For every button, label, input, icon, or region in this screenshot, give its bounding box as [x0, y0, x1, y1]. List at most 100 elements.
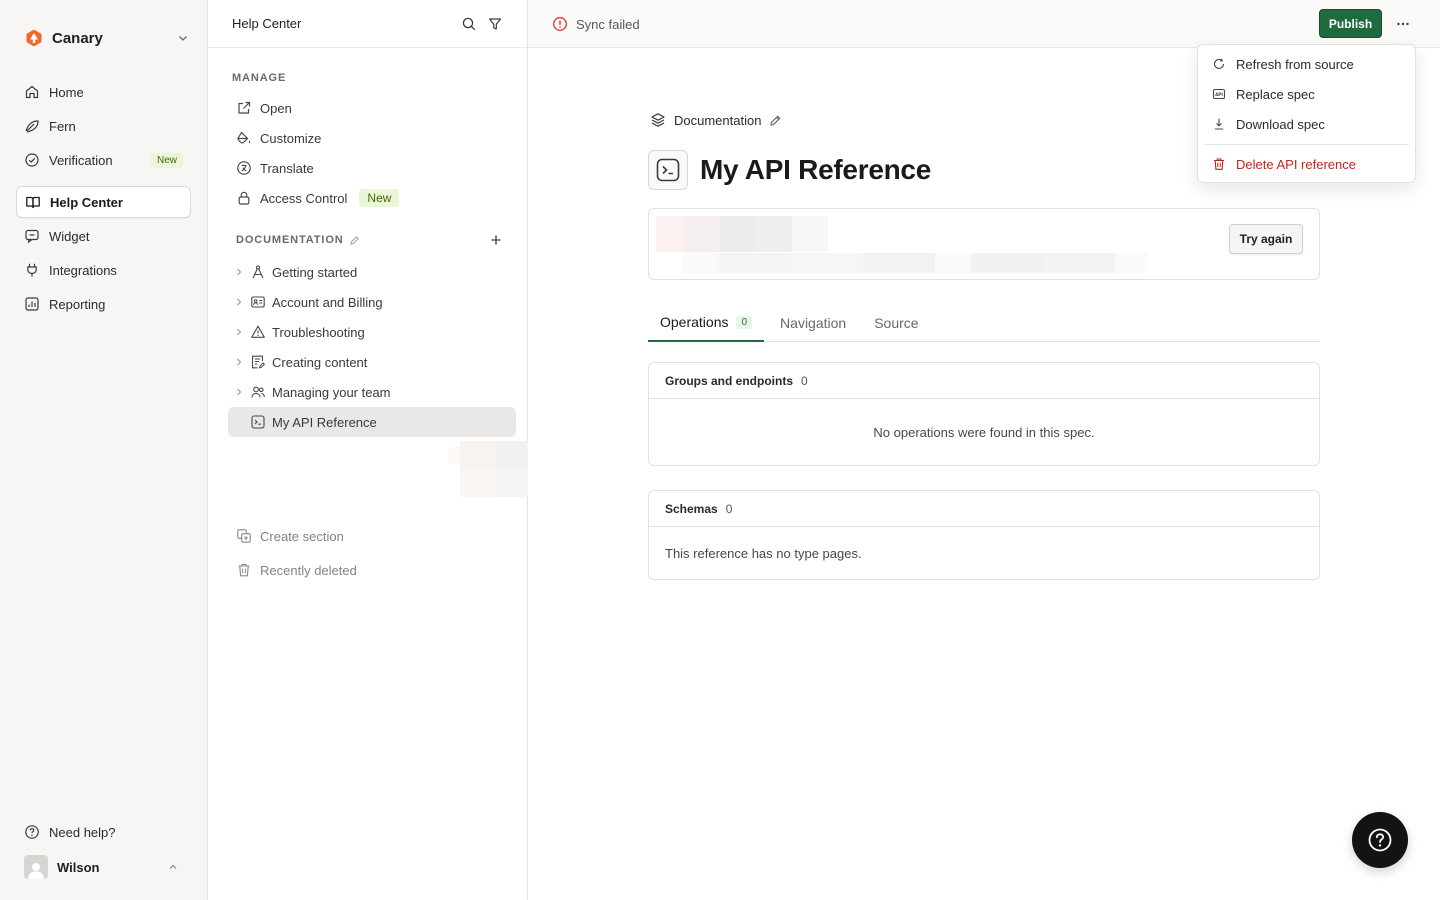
breadcrumb-documentation[interactable]: Documentation	[674, 113, 761, 128]
doc-item-getting-started[interactable]: Getting started	[228, 257, 516, 287]
chevron-right-icon[interactable]	[234, 327, 244, 337]
nav-item-widget[interactable]: Widget	[16, 220, 191, 252]
workspace-name: Canary	[52, 29, 103, 47]
error-message-placeholder	[656, 216, 828, 252]
manage-item-translate[interactable]: Translate	[228, 153, 508, 183]
manage-item-open[interactable]: Open	[228, 93, 508, 123]
tab-operations[interactable]: Operations 0	[648, 304, 765, 342]
lock-icon	[238, 191, 250, 205]
manage-item-customize[interactable]: Customize	[228, 123, 508, 153]
doc-item-troubleshooting[interactable]: Troubleshooting	[228, 317, 516, 347]
user-name: Wilson	[57, 859, 100, 875]
pencil-icon[interactable]	[769, 114, 782, 127]
more-options-menu: Refresh from source API Replace spec Dow…	[1197, 44, 1416, 183]
nav-item-reporting[interactable]: Reporting	[16, 288, 191, 320]
compass-drafting-icon	[252, 265, 264, 279]
paint-bucket-icon	[237, 131, 251, 144]
main-nav: Home Fern Verification New Help Center W…	[16, 76, 191, 322]
chevron-right-icon[interactable]	[234, 267, 244, 277]
card-header: Schemas 0	[649, 491, 1319, 527]
schemas-card: Schemas 0 This reference has no type pag…	[648, 490, 1320, 580]
tab-count-badge: 0	[736, 315, 753, 329]
chevron-right-icon[interactable]	[234, 297, 244, 307]
warning-triangle-icon	[251, 325, 265, 338]
doc-item-creating-content[interactable]: Creating content	[228, 347, 516, 377]
nav-item-verification[interactable]: Verification New	[16, 144, 191, 176]
panel-title: Help Center	[232, 16, 302, 31]
groups-endpoints-card: Groups and endpoints 0 No operations wer…	[648, 362, 1320, 466]
workspace-switcher[interactable]: Canary	[24, 26, 192, 50]
nav-label: Integrations	[49, 262, 117, 278]
create-section-label: Create section	[260, 528, 344, 544]
page-title: My API Reference	[700, 154, 932, 185]
tab-navigation[interactable]: Navigation	[768, 304, 858, 342]
need-help-link[interactable]: Need help?	[16, 816, 191, 848]
user-menu[interactable]: Wilson	[16, 848, 191, 886]
filter-icon[interactable]	[487, 16, 503, 32]
card-count: 0	[801, 373, 808, 388]
reference-tabs: Operations 0 Navigation Source	[648, 304, 1320, 342]
tab-source[interactable]: Source	[862, 304, 930, 342]
fern-icon	[25, 120, 39, 133]
documentation-tree: Getting started Account and Billing Trou…	[228, 257, 516, 437]
pencil-icon[interactable]	[349, 235, 360, 246]
layers-icon	[651, 113, 665, 127]
need-help-label: Need help?	[49, 824, 116, 840]
user-silhouette-icon	[28, 863, 44, 879]
card-header: Groups and endpoints 0	[649, 363, 1319, 399]
empty-state-message: This reference has no type pages.	[665, 545, 862, 561]
menu-item-label: Delete API reference	[1236, 156, 1356, 172]
doc-item-label: Troubleshooting	[272, 324, 365, 340]
chevron-right-icon[interactable]	[234, 387, 244, 397]
sync-status: Sync failed	[552, 16, 640, 32]
card-title: Schemas	[665, 501, 718, 516]
more-options-button[interactable]	[1392, 14, 1414, 34]
error-detail-placeholder	[683, 253, 1147, 273]
card-title: Groups and endpoints	[665, 373, 793, 388]
nav-item-help-center[interactable]: Help Center	[16, 186, 191, 218]
doc-item-managing-your-team[interactable]: Managing your team	[228, 377, 516, 407]
try-again-button[interactable]: Try again	[1229, 224, 1303, 254]
tab-label: Operations	[660, 314, 729, 330]
manage-item-access-control[interactable]: Access Control New	[228, 183, 508, 213]
publish-button[interactable]: Publish	[1319, 9, 1382, 38]
svg-text:API: API	[1215, 92, 1223, 97]
panel-footer-actions: Create section Recently deleted	[236, 519, 506, 587]
empty-state-message: No operations were found in this spec.	[873, 424, 1095, 440]
nav-label: Reporting	[49, 296, 106, 312]
check-circle-icon	[25, 153, 39, 167]
external-link-icon	[238, 101, 251, 114]
avatar	[24, 855, 48, 879]
card-count: 0	[725, 501, 733, 516]
app-sidebar: Canary Home Fern Verification New Help C…	[0, 0, 208, 900]
recently-deleted-label: Recently deleted	[260, 562, 357, 578]
question-circle-icon	[25, 825, 39, 839]
menu-item-replace-spec[interactable]: API Replace spec	[1198, 79, 1415, 109]
editor-topbar: Sync failed Publish	[528, 0, 1440, 48]
nav-item-home[interactable]: Home	[16, 76, 191, 108]
nav-item-integrations[interactable]: Integrations	[16, 254, 191, 286]
menu-item-label: Download spec	[1236, 116, 1325, 132]
sidebar-footer: Need help? Wilson	[16, 816, 191, 886]
manage-item-label: Customize	[260, 130, 322, 146]
panel-header: Help Center	[208, 0, 527, 48]
recently-deleted-button[interactable]: Recently deleted	[236, 553, 506, 587]
doc-item-my-api-reference[interactable]: My API Reference	[228, 407, 516, 437]
documentation-section-label: DOCUMENTATION	[236, 234, 344, 246]
create-section-button[interactable]: Create section	[236, 519, 506, 553]
search-icon[interactable]	[461, 16, 477, 32]
menu-item-download-spec[interactable]: Download spec	[1198, 109, 1415, 139]
chevron-right-icon[interactable]	[234, 357, 244, 367]
nav-item-fern[interactable]: Fern	[16, 110, 191, 142]
manage-item-label: Open	[260, 100, 292, 116]
menu-item-refresh-from-source[interactable]: Refresh from source	[1198, 49, 1415, 79]
manage-item-label: Access Control	[260, 190, 348, 206]
doc-item-label: Account and Billing	[272, 294, 383, 310]
help-chat-button[interactable]	[1352, 812, 1408, 868]
nav-label: Widget	[49, 228, 90, 244]
doc-item-account-and-billing[interactable]: Account and Billing	[228, 287, 516, 317]
doc-item-label: Managing your team	[272, 384, 391, 400]
menu-item-delete-api-reference[interactable]: Delete API reference	[1198, 149, 1415, 179]
ellipsis-icon	[1397, 22, 1409, 26]
plus-icon[interactable]	[489, 233, 503, 247]
